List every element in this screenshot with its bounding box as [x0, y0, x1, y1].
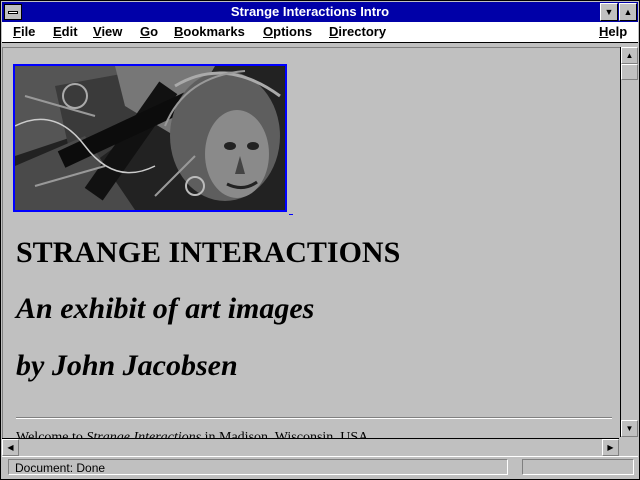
page-content: STRANGE INTERACTIONS An exhibit of art i… — [2, 47, 620, 438]
maximize-button[interactable]: ▲ — [619, 3, 637, 21]
menu-bookmarks[interactable]: Bookmarks — [174, 24, 245, 39]
menu-edit[interactable]: Edit — [53, 24, 78, 39]
status-text: Document: Done — [8, 459, 508, 475]
vertical-scrollbar[interactable]: ▲ ▼ — [620, 47, 638, 437]
scroll-left-button[interactable]: ◀ — [2, 439, 19, 456]
menu-options[interactable]: Options — [263, 24, 312, 39]
horizontal-rule — [16, 417, 612, 419]
horizontal-scrollbar[interactable]: ◀ ▶ — [2, 438, 619, 456]
title-bar: Strange Interactions Intro ▼ ▲ — [2, 2, 638, 22]
page-heading: STRANGE INTERACTIONS — [16, 236, 401, 269]
page-subtitle: An exhibit of art images — [16, 292, 315, 325]
welcome-prefix: Welcome to — [16, 430, 87, 438]
scroll-right-button[interactable]: ▶ — [602, 439, 619, 456]
window-title: Strange Interactions Intro — [230, 4, 390, 19]
menu-bar: File Edit View Go Bookmarks Options Dire… — [2, 22, 638, 43]
browser-window: Strange Interactions Intro ▼ ▲ File Edit… — [0, 0, 640, 480]
scroll-down-button[interactable]: ▼ — [621, 420, 638, 437]
welcome-suffix: in Madison, Wisconsin, USA. — [201, 430, 372, 438]
page-byline: by John Jacobsen — [16, 349, 238, 382]
progress-indicator — [522, 459, 634, 475]
menu-file[interactable]: File — [13, 24, 35, 39]
link-underline — [289, 214, 293, 215]
welcome-text: Welcome to Strange Interactions in Madis… — [16, 430, 372, 438]
system-menu-icon[interactable] — [4, 4, 22, 20]
menu-view[interactable]: View — [93, 24, 122, 39]
status-bar: Document: Done — [2, 456, 638, 479]
scroll-up-button[interactable]: ▲ — [621, 47, 638, 64]
vertical-scroll-thumb[interactable] — [621, 64, 638, 80]
menu-go[interactable]: Go — [140, 24, 158, 39]
scrollbar-corner — [620, 438, 638, 455]
artwork-image-link[interactable] — [13, 64, 287, 212]
menu-directory[interactable]: Directory — [329, 24, 386, 39]
minimize-button[interactable]: ▼ — [600, 3, 618, 21]
welcome-exhibit-name: Strange Interactions — [86, 430, 202, 438]
menu-help[interactable]: Help — [599, 24, 627, 39]
